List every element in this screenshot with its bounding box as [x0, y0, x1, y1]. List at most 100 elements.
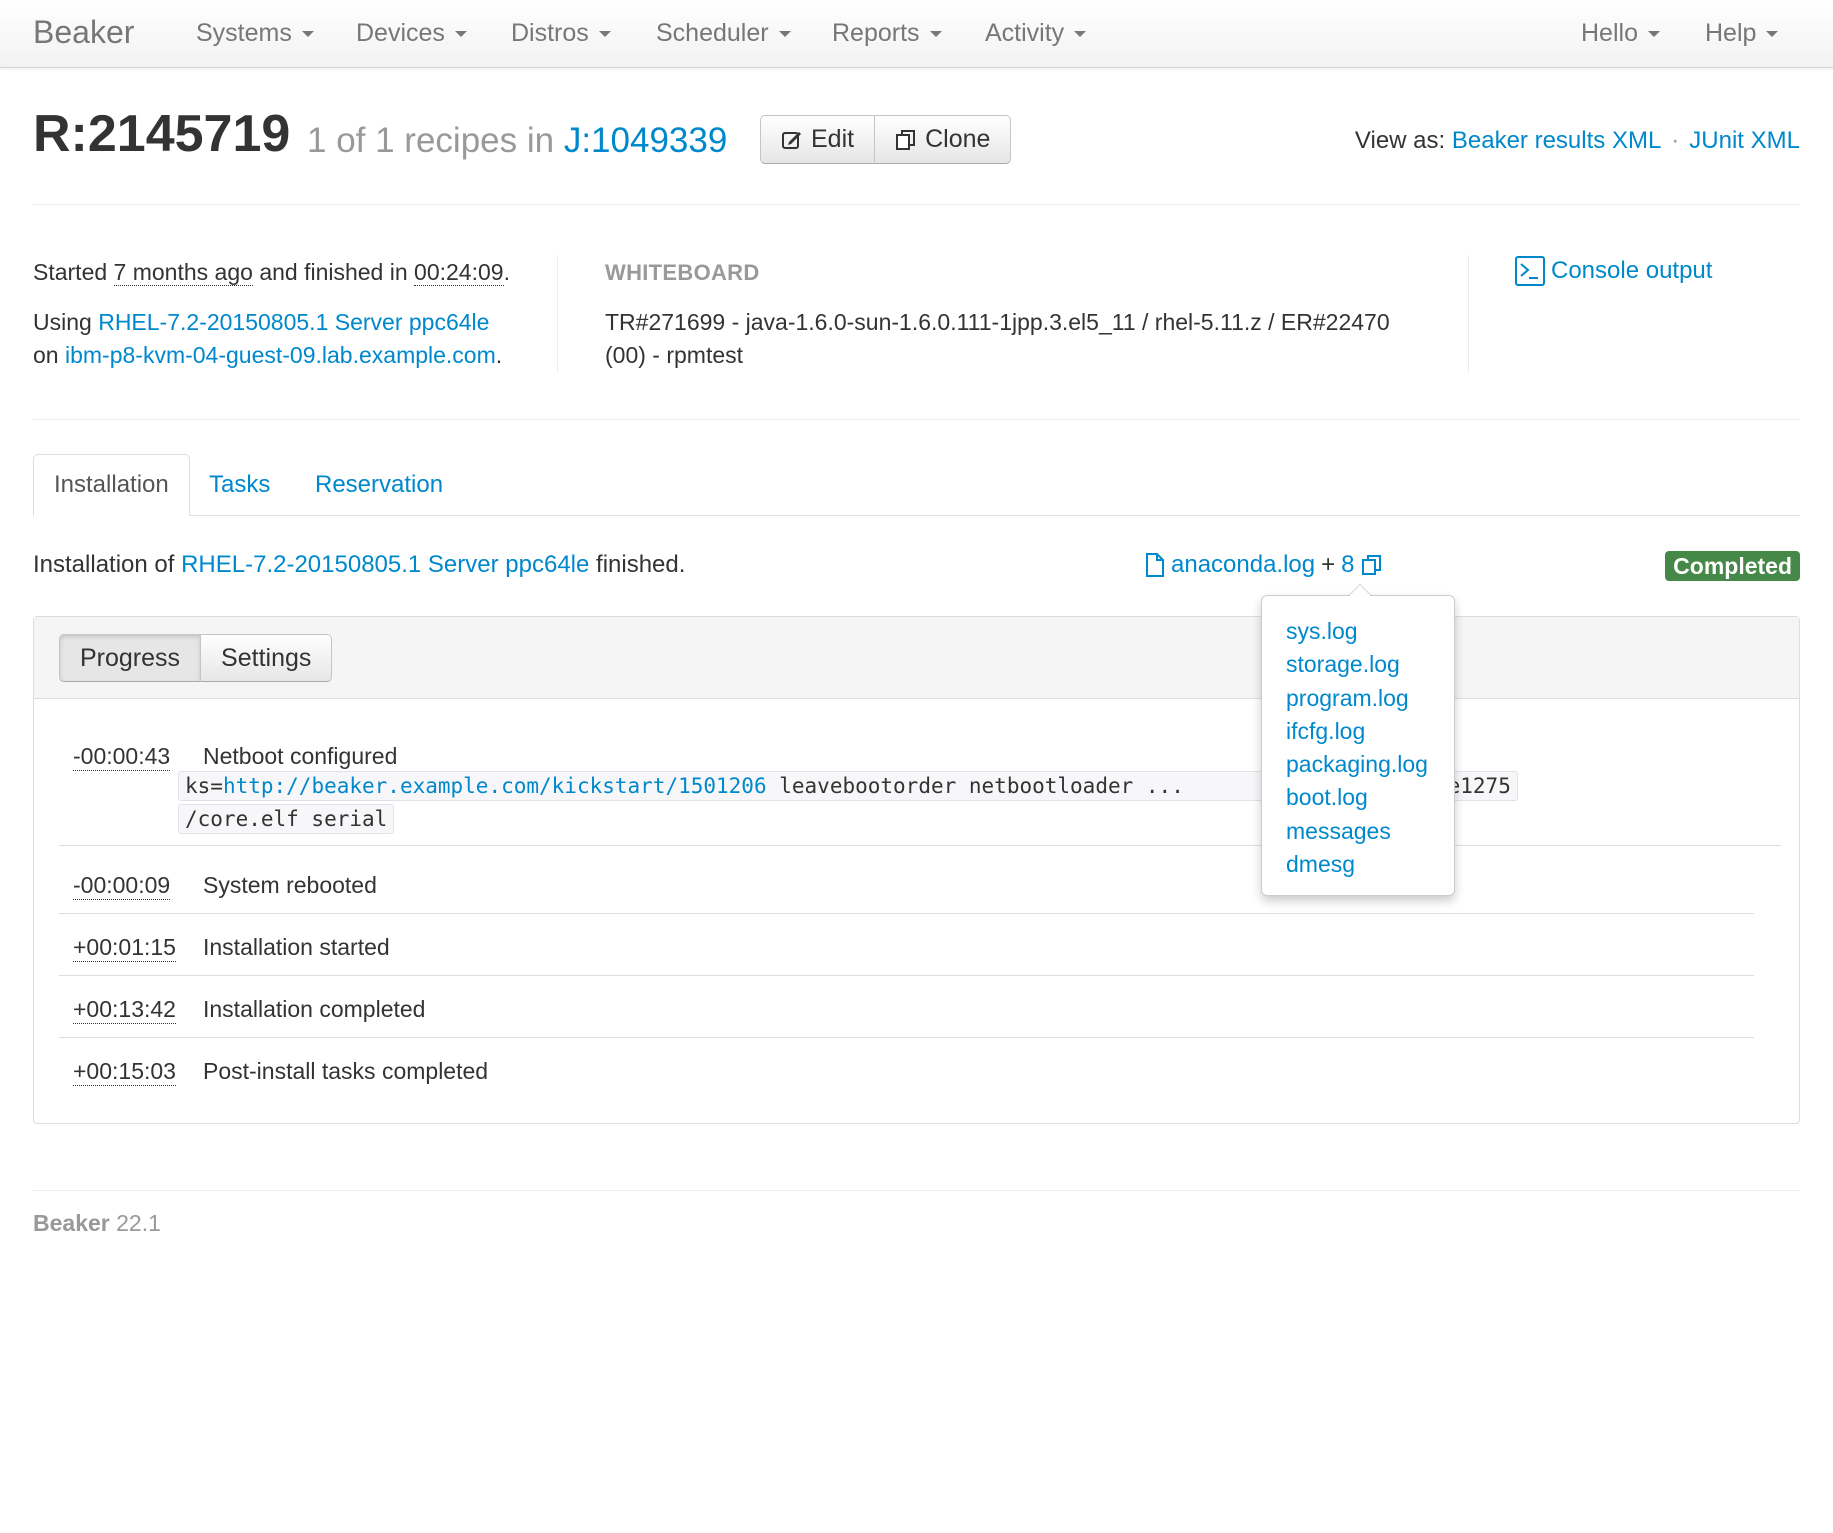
panel-header: Progress Settings [34, 617, 1799, 699]
row-divider [59, 1037, 1754, 1038]
log-link[interactable]: boot.log [1286, 784, 1368, 810]
nav-label: Devices [356, 19, 445, 47]
started-ago: 7 months ago [113, 259, 253, 286]
installation-panel: Progress Settings -00:00:43 Netboot conf… [33, 616, 1800, 1124]
job-link[interactable]: J:1049339 [564, 121, 727, 160]
anaconda-log-link[interactable]: anaconda.log [1171, 551, 1315, 579]
duration: 00:24:09 [414, 259, 504, 286]
junit-xml-link[interactable]: JUnit XML [1689, 127, 1800, 154]
installation-distro-link[interactable]: RHEL-7.2-20150805.1 Server ppc64le [181, 551, 589, 578]
clone-icon [896, 129, 916, 150]
log-link[interactable]: packaging.log [1286, 751, 1428, 777]
status-badge: Completed [1665, 551, 1800, 581]
tab-reservation[interactable]: Reservation [295, 454, 463, 516]
plus-sign: + [1321, 551, 1336, 578]
file-icon [1146, 553, 1164, 577]
event-desc: Installation completed [203, 996, 426, 1022]
caret-down-icon [1766, 31, 1779, 38]
log-link[interactable]: ifcfg.log [1286, 718, 1365, 744]
tab-tasks[interactable]: Tasks [189, 454, 290, 516]
divider [33, 204, 1800, 205]
caret-down-icon [598, 31, 611, 38]
page-subtitle: 1 of 1 recipes in J:1049339 [307, 121, 727, 161]
nav-scheduler[interactable]: Scheduler [656, 19, 791, 48]
edit-button[interactable]: Edit [760, 115, 876, 164]
divider [1468, 255, 1469, 373]
footer-name: Beaker [33, 1210, 110, 1236]
nav-devices[interactable]: Devices [356, 19, 467, 48]
event-desc: Installation started [203, 934, 390, 960]
nav-help[interactable]: Help [1705, 19, 1779, 48]
nav-label: Reports [832, 19, 920, 47]
nav-label: Activity [985, 19, 1065, 47]
row-divider [59, 975, 1754, 976]
caret-down-icon [1074, 31, 1087, 38]
recipe-actions: Edit Clone [760, 115, 1012, 164]
footer: Beaker 22.1 [33, 1210, 161, 1237]
more-logs-toggle[interactable]: 8 [1341, 551, 1382, 579]
nav-reports[interactable]: Reports [832, 19, 942, 48]
nav-label: Help [1705, 19, 1757, 47]
navbar: Beaker Systems Devices Distros Scheduler… [0, 0, 1833, 68]
installation-suffix: finished. [596, 551, 686, 578]
event-time: -00:00:43 [73, 743, 171, 771]
progress-button[interactable]: Progress [59, 634, 202, 682]
terminal-icon [1515, 256, 1545, 286]
distro-link[interactable]: RHEL-7.2-20150805.1 Server ppc64le [98, 309, 489, 335]
clone-label: Clone [925, 125, 991, 153]
caret-down-icon [778, 31, 791, 38]
event-desc: System rebooted [203, 872, 377, 898]
console-output-link[interactable]: Console output [1515, 256, 1712, 286]
nav-hello[interactable]: Hello [1581, 19, 1660, 48]
nav-label: Hello [1581, 19, 1638, 47]
log-link[interactable]: messages [1286, 818, 1391, 844]
installation-summary: Installation of RHEL-7.2-20150805.1 Serv… [33, 551, 685, 579]
event-time: +00:15:03 [73, 1058, 176, 1086]
log-link[interactable]: sys.log [1286, 618, 1358, 644]
nav-activity[interactable]: Activity [985, 19, 1087, 48]
event-time: -00:00:09 [73, 872, 171, 900]
caret-down-icon [301, 31, 314, 38]
log-link[interactable]: program.log [1286, 685, 1409, 711]
clone-button[interactable]: Clone [875, 115, 1012, 164]
console-output-label: Console output [1551, 257, 1713, 284]
view-as: View as: Beaker results XML · JUnit XML [1355, 127, 1800, 155]
nav-distros[interactable]: Distros [511, 19, 611, 48]
log-link[interactable]: storage.log [1286, 651, 1400, 677]
tab-installation[interactable]: Installation [33, 454, 190, 516]
beaker-xml-link[interactable]: Beaker results XML [1452, 127, 1661, 154]
divider [33, 1190, 1800, 1191]
logs-list: sys.log storage.log program.log ifcfg.lo… [1262, 596, 1454, 881]
nav-label: Systems [196, 19, 292, 47]
on-prefix: on [33, 342, 59, 368]
settings-button[interactable]: Settings [201, 634, 333, 682]
edit-label: Edit [811, 125, 855, 153]
brand-link[interactable]: Beaker [33, 14, 134, 51]
netboot-command-line2: /core.elf serial [178, 804, 395, 834]
files-icon [1361, 555, 1381, 575]
nav-systems[interactable]: Systems [196, 19, 314, 48]
whiteboard-text: TR#271699 - java-1.6.0-sun-1.6.0.111-1jp… [605, 309, 1390, 368]
footer-version: 22.1 [116, 1210, 161, 1236]
system-link[interactable]: ibm-p8-kvm-04-guest-09.lab.example.com [65, 342, 496, 368]
logs-popover: sys.log storage.log program.log ifcfg.lo… [1261, 584, 1455, 896]
view-toggle: Progress Settings [59, 634, 333, 682]
installation-prefix: Installation of [33, 551, 175, 578]
installation-logs: anaconda.log + 8 [1145, 551, 1383, 579]
view-as-label: View as: [1354, 127, 1446, 154]
view-as-separator: · [1671, 127, 1680, 154]
page-title: R:2145719 [33, 105, 291, 163]
divider [557, 255, 558, 373]
started-prefix: Started [33, 259, 108, 285]
netboot-options: leavebootorder netbootloader [779, 774, 1134, 798]
system-line: Using RHEL-7.2-20150805.1 Server ppc64le… [33, 309, 503, 368]
popover-arrow [1349, 585, 1371, 596]
kickstart-link[interactable]: http://beaker.example.com/kickstart/1501… [223, 774, 767, 798]
recipe-summary: Started 7 months ago and finished in 00:… [33, 256, 553, 389]
event-desc: Netboot configured [203, 743, 398, 769]
edit-icon [782, 131, 801, 149]
divider [33, 419, 1800, 420]
caret-down-icon [929, 31, 942, 38]
whiteboard-heading: WHITEBOARD [605, 260, 760, 285]
log-link[interactable]: dmesg [1286, 851, 1355, 877]
